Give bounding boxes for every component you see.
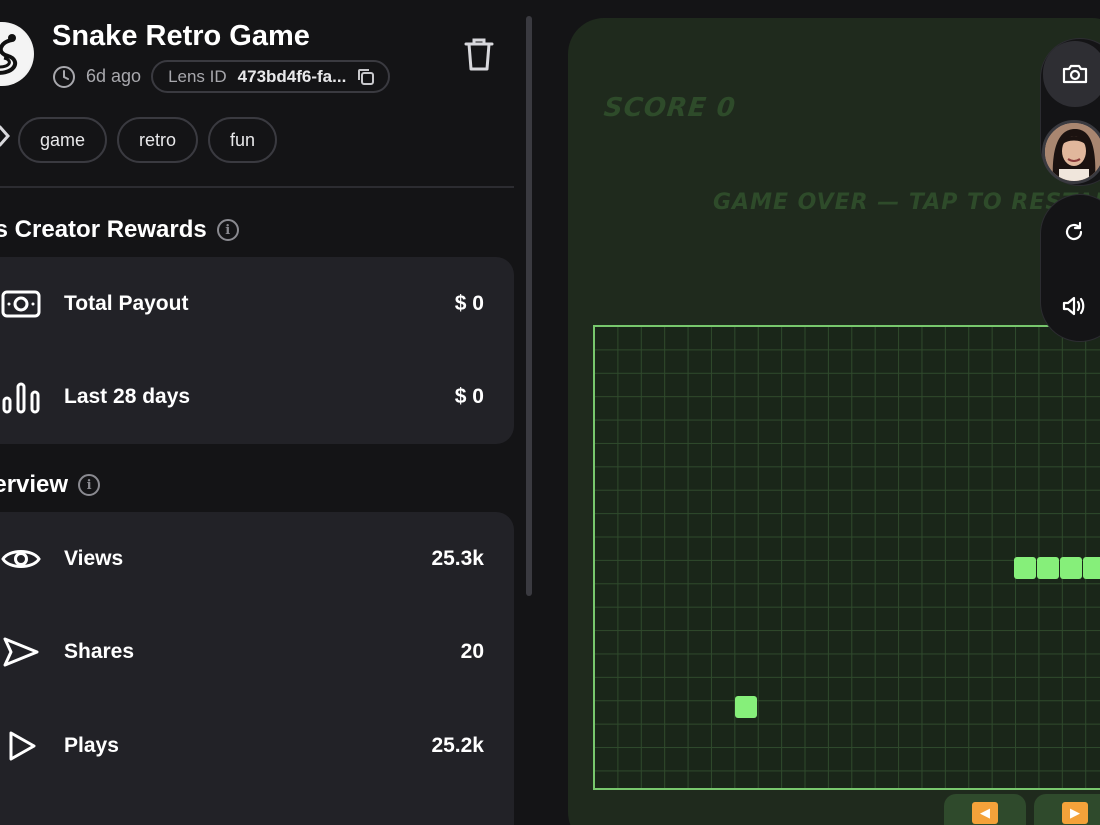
trash-icon [464, 38, 494, 71]
snake-segment [1037, 557, 1059, 579]
snake-segment [1083, 557, 1100, 579]
tag-chip[interactable]: game [18, 117, 108, 163]
rewards-title-text: ns Creator Rewards [0, 216, 207, 243]
row-label: Views [64, 547, 124, 570]
lens-avatar [0, 22, 34, 86]
reward-row-last-28-days: Last 28 days $ 0 [0, 367, 514, 427]
lens-title: Snake Retro Game [52, 20, 310, 52]
snake-segment [1014, 557, 1036, 579]
camera-button[interactable] [1043, 41, 1100, 107]
lens-meta: 6d ago Lens ID 473bd4f6-fa... [52, 60, 391, 93]
overview-section-title: verview i [0, 471, 101, 499]
refresh-button[interactable] [1056, 214, 1092, 250]
row-value: 25.2k [431, 734, 484, 757]
send-icon [0, 631, 42, 673]
overview-title-text: verview [0, 471, 69, 498]
money-icon [0, 283, 42, 325]
game-board[interactable] [593, 325, 1100, 790]
eye-icon [0, 538, 42, 580]
row-label: Shares [64, 640, 135, 663]
overview-row-plays: Plays 25.2k [0, 716, 514, 776]
tag-list: game retro fun [18, 117, 278, 163]
overview-card: Views 25.3k Shares 20 Plays 25.2k [0, 512, 514, 825]
info-icon[interactable]: i [78, 474, 101, 496]
clock-icon [52, 65, 76, 89]
reward-row-total-payout: Total Payout $ 0 [0, 274, 514, 334]
overview-row-shares: Shares 20 [0, 622, 514, 682]
row-value: $ 0 [454, 292, 484, 315]
delete-button[interactable] [460, 34, 498, 74]
face-avatar [1045, 123, 1100, 181]
tag-icon [0, 124, 11, 148]
refresh-icon [1065, 221, 1083, 241]
tag-chip[interactable]: retro [117, 117, 199, 163]
face-avatar-button[interactable] [1042, 120, 1100, 184]
rewards-card: Total Payout $ 0 Last 28 days $ 0 [0, 257, 514, 444]
overview-row-views: Views 25.3k [0, 529, 514, 589]
row-value: 25.3k [431, 547, 484, 570]
divider [0, 186, 514, 188]
score-text: SCORE 0 [602, 93, 738, 123]
lens-id-pill[interactable]: Lens ID 473bd4f6-fa... [151, 60, 391, 93]
lens-details-panel: Snake Retro Game 6d ago Lens ID 473bd4f6… [0, 0, 528, 825]
snake-segment [1060, 557, 1082, 579]
left-arrow-icon: ◀ [972, 802, 998, 824]
sound-button[interactable] [1056, 288, 1092, 324]
food-pellet [735, 696, 757, 718]
rewards-section-title: ns Creator Rewards i [0, 216, 239, 244]
speaker-icon [1062, 296, 1085, 316]
play-icon [0, 725, 42, 767]
time-ago: 6d ago [86, 66, 142, 86]
right-arrow-icon: ▶ [1062, 802, 1088, 824]
left-control-button[interactable]: ◀ [944, 794, 1026, 825]
row-label: Last 28 days [64, 385, 191, 408]
lens-id-label: Lens ID [168, 66, 227, 86]
row-value: 20 [460, 640, 484, 663]
row-value: $ 0 [454, 385, 484, 408]
bar-chart-icon [0, 376, 42, 418]
info-icon[interactable]: i [216, 219, 239, 241]
row-label: Total Payout [64, 292, 189, 315]
lens-preview[interactable]: SCORE 0 GAME OVER — TAP TO RESTART ◀ ▶ [568, 18, 1100, 825]
game-over-text[interactable]: GAME OVER — TAP TO RESTART [713, 190, 1100, 215]
scrollbar[interactable] [526, 16, 532, 596]
camera-icon [1062, 64, 1088, 84]
lens-id-value: 473bd4f6-fa... [237, 66, 347, 86]
copy-icon[interactable] [356, 67, 376, 87]
right-control-button[interactable]: ▶ [1034, 794, 1100, 825]
tag-chip[interactable]: fun [208, 117, 278, 163]
row-label: Plays [64, 734, 119, 757]
